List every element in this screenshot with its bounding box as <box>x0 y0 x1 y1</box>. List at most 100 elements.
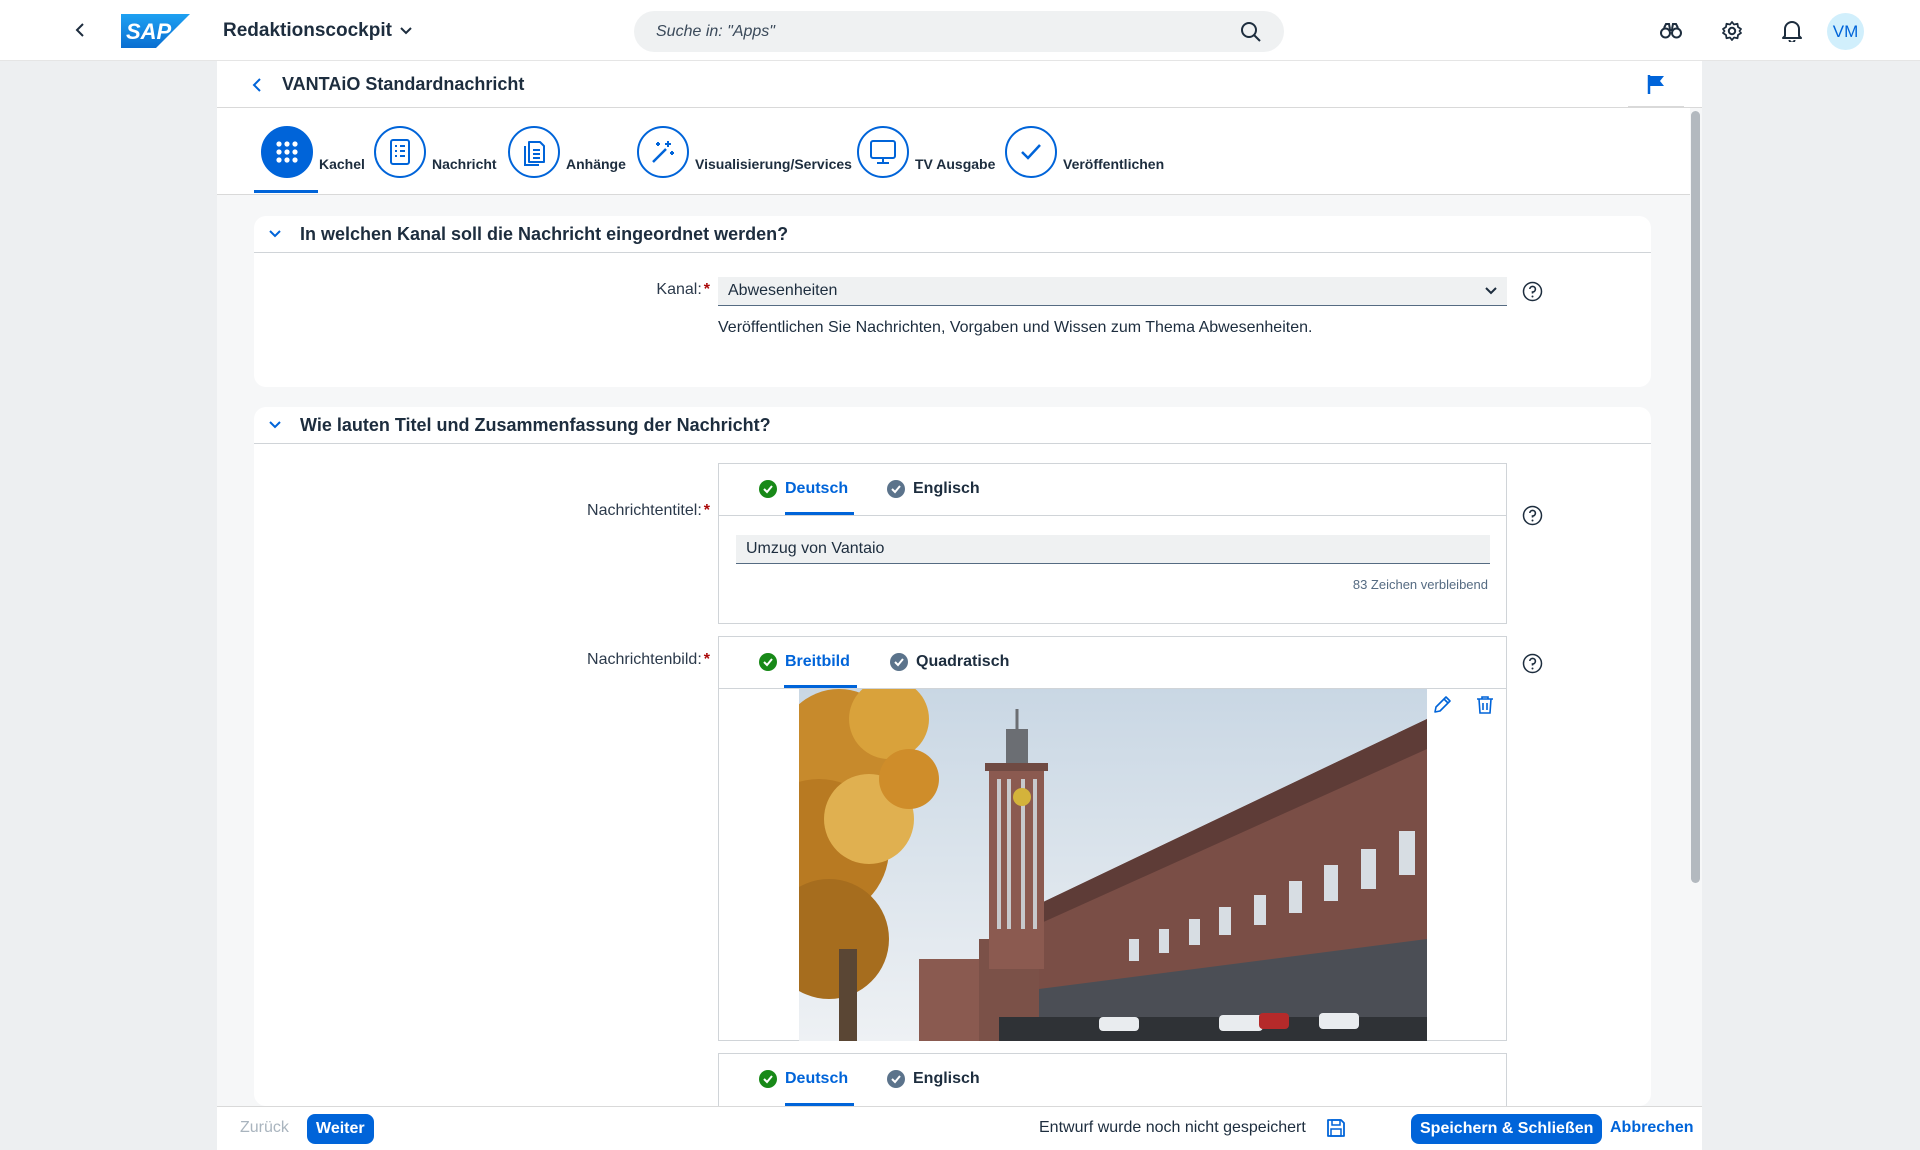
tab-label: Deutsch <box>785 480 849 497</box>
pencil-icon <box>1434 696 1451 713</box>
bell-icon <box>1782 21 1802 42</box>
scrollbar-thumb[interactable] <box>1691 111 1700 883</box>
tab-quadratisch[interactable]: Quadratisch <box>890 653 1009 671</box>
tab-deutsch[interactable]: Deutsch <box>759 1070 848 1088</box>
tab-label: Englisch <box>913 1070 980 1087</box>
step-label: Visualisierung/Services <box>695 156 852 172</box>
check-circle-icon <box>887 480 905 498</box>
attachment-docs-icon <box>524 141 545 166</box>
active-step-indicator <box>254 190 318 193</box>
shell-back-button[interactable] <box>68 18 92 42</box>
help-icon[interactable] <box>1522 281 1543 302</box>
image-format-tabs: Breitbild Quadratisch <box>719 637 1506 689</box>
message-image <box>799 689 1427 1041</box>
footer-toolbar: Zurück Weiter Entwurf wurde noch nicht g… <box>217 1106 1702 1150</box>
sap-logo[interactable]: SAP <box>121 14 190 48</box>
wizard-step-visualisierung[interactable]: Visualisierung/Services <box>637 126 852 178</box>
image-label: Nachrichtenbild: * <box>314 651 710 669</box>
step-circle <box>374 126 426 178</box>
help-icon[interactable] <box>1522 653 1543 674</box>
wizard-step-kachel[interactable]: Kachel <box>261 126 365 178</box>
chevron-left-icon <box>75 23 84 37</box>
app-title-menu[interactable]: Redaktionscockpit <box>223 18 412 44</box>
tab-breitbild[interactable]: Breitbild <box>759 653 850 671</box>
chevron-down-icon <box>269 421 281 429</box>
monitor-icon <box>870 140 896 164</box>
kanal-select[interactable]: Abwesenheiten <box>718 277 1507 306</box>
step-label: Veröffentlichen <box>1063 156 1165 172</box>
language-tabs: Deutsch Englisch <box>719 464 1506 516</box>
label-text: Nachrichtenbild: <box>587 651 702 668</box>
page-header: VANTAiO Standardnachricht <box>217 61 1702 108</box>
tab-deutsch[interactable]: Deutsch <box>759 480 848 498</box>
wizard-step-veroeffentlichen[interactable]: Veröffentlichen <box>1005 126 1164 178</box>
required-asterisk: * <box>703 502 710 519</box>
tab-englisch[interactable]: Englisch <box>887 480 980 498</box>
page-back-button[interactable] <box>246 74 268 96</box>
next-button[interactable]: Weiter <box>307 1114 374 1144</box>
label-text: Kanal: <box>656 281 702 298</box>
chevron-down-icon <box>269 230 281 238</box>
section-title: Wie lauten Titel und Zusammenfassung der… <box>300 414 771 435</box>
step-circle <box>857 126 909 178</box>
edit-image-button[interactable] <box>1430 693 1454 717</box>
delete-image-button[interactable] <box>1473 693 1497 717</box>
summary-language-panel: Deutsch Englisch <box>718 1053 1507 1106</box>
step-label: Nachricht <box>432 156 497 172</box>
select-value: Abwesenheiten <box>728 282 838 299</box>
settings-button[interactable] <box>1720 19 1744 43</box>
joule-button[interactable] <box>1659 19 1683 43</box>
gear-icon <box>1722 21 1742 41</box>
step-label: TV Ausgabe <box>915 156 996 172</box>
required-asterisk: * <box>703 281 710 298</box>
document-list-icon <box>390 139 410 165</box>
draft-status: Entwurf wurde noch nicht gespeichert <box>1039 1119 1306 1136</box>
check-circle-icon <box>759 653 777 671</box>
section-collapse-button[interactable] <box>264 223 286 245</box>
page-title: VANTAiO Standardnachricht <box>282 74 525 94</box>
tab-label: Quadratisch <box>916 653 1010 670</box>
check-circle-icon <box>887 1070 905 1088</box>
save-icon <box>1327 1119 1345 1137</box>
wizard-step-anhaenge[interactable]: Anhänge <box>508 126 626 178</box>
save-and-close-button[interactable]: Speichern & Schließen <box>1411 1114 1603 1144</box>
chevron-down-icon <box>1485 287 1497 295</box>
section-title-summary: Wie lauten Titel und Zusammenfassung der… <box>254 407 1651 1106</box>
image-panel: Breitbild Quadratisch <box>718 636 1507 1041</box>
check-circle-icon <box>759 480 777 498</box>
step-circle <box>508 126 560 178</box>
notifications-button[interactable] <box>1780 19 1804 43</box>
tab-englisch[interactable]: Englisch <box>887 1070 980 1088</box>
check-circle-icon <box>890 653 908 671</box>
binoculars-icon <box>1660 23 1682 39</box>
step-circle <box>637 126 689 178</box>
kanal-description: Veröffentlichen Sie Nachrichten, Vorgabe… <box>718 319 1313 336</box>
wizard-step-tv-ausgabe[interactable]: TV Ausgabe <box>857 126 995 178</box>
wizard-steps: Kachel Nachricht Anhänge Visualisierung/… <box>217 108 1702 195</box>
step-circle <box>261 126 313 178</box>
section-title: In welchen Kanal soll die Nachricht eing… <box>300 223 789 244</box>
message-title-input[interactable] <box>736 535 1490 564</box>
check-circle-icon <box>759 1070 777 1088</box>
cancel-button[interactable]: Abbrechen <box>1610 1119 1694 1137</box>
character-counter: 83 Zeichen verbleibend <box>1352 577 1488 592</box>
wizard-step-nachricht[interactable]: Nachricht <box>374 126 497 178</box>
shell-bar: SAP Redaktionscockpit VM <box>0 0 1920 61</box>
label-text: Nachrichtentitel: <box>587 502 702 519</box>
tab-label: Breitbild <box>785 653 850 670</box>
tab-label: Englisch <box>913 480 980 497</box>
flag-icon[interactable] <box>1645 73 1667 95</box>
tab-label: Deutsch <box>785 1070 849 1087</box>
search-icon[interactable] <box>1240 21 1262 43</box>
back-button[interactable]: Zurück <box>240 1119 289 1137</box>
section-collapse-button[interactable] <box>264 414 286 436</box>
building-photo <box>799 689 1427 1041</box>
user-avatar[interactable]: VM <box>1827 13 1864 50</box>
help-icon[interactable] <box>1522 505 1543 526</box>
object-page: VANTAiO Standardnachricht Kachel Nachric… <box>217 61 1702 1150</box>
section-channel: In welchen Kanal soll die Nachricht eing… <box>254 216 1651 387</box>
section-header: Wie lauten Titel und Zusammenfassung der… <box>254 407 1651 444</box>
search-input[interactable] <box>656 22 1240 41</box>
checkmark-icon <box>1021 144 1041 160</box>
search-field[interactable] <box>634 11 1284 52</box>
